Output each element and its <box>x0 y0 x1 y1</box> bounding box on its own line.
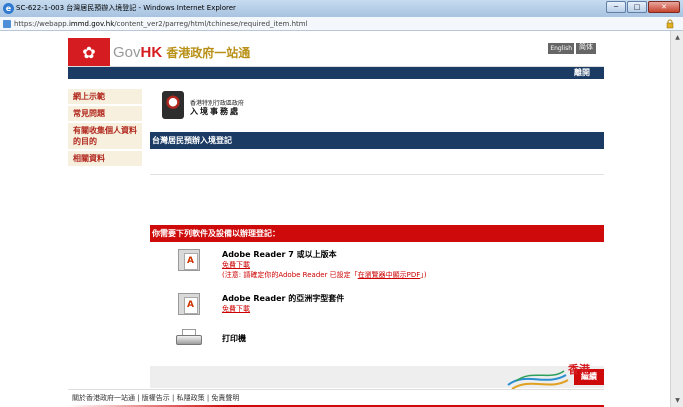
footer: 關於香港政府一站通 | 版權告示 | 私隱政策 | 免責聲明 <box>68 389 604 407</box>
url-text[interactable]: https://webapp.immd.gov.hk/content_ver2/… <box>14 17 308 31</box>
sidebar-item-personal-data[interactable]: 有關收集個人資料的目的 <box>68 123 142 149</box>
immigration-emblem-icon <box>162 91 184 119</box>
adobe-logo-glyph: A <box>187 256 194 266</box>
brand-hk-text: 香港 <box>567 362 591 376</box>
scroll-up-icon[interactable]: ▲ <box>673 33 682 42</box>
vertical-scrollbar[interactable]: ▲ ▼ <box>670 31 683 407</box>
note-suffix: 」) <box>420 271 427 279</box>
download-link[interactable]: 免費下載 <box>222 260 250 270</box>
department-logo: 香港特別行政區政府 入境事務處 <box>162 91 302 121</box>
url-prefix: https://webapp. <box>14 20 69 28</box>
sidebar-item-faq[interactable]: 常見問題 <box>68 106 142 121</box>
govhk-brand: GovHK <box>113 44 162 61</box>
page-title: 台灣居民預辦入境登記 <box>150 132 604 149</box>
brand-hk: HK <box>140 43 163 61</box>
minimize-button[interactable]: ─ <box>606 1 626 13</box>
hk-flag-icon: ✿ <box>68 38 110 66</box>
page-viewport: ✿ GovHK 香港政府一站通 English 简体 離開 網上示範 常見問題 … <box>0 31 670 407</box>
window-titlebar: e SC-622-1-003 台灣居民預辦入境登記 - Windows Inte… <box>0 0 683 17</box>
page-icon <box>3 20 11 28</box>
govhk-header: ✿ GovHK 香港政府一站通 English 简体 <box>68 37 604 67</box>
requirement-note: (注意: 請確定你的Adobe Reader 已設定「在瀏覽器中顯示PDF」) <box>222 270 427 280</box>
lang-simplified-button[interactable]: 简体 <box>576 43 596 54</box>
maximize-button[interactable]: □ <box>627 1 647 13</box>
language-switcher: English 简体 <box>548 43 596 54</box>
note-prefix: (注意: 請確定你的Adobe Reader 已設定「 <box>222 271 358 279</box>
footer-links[interactable]: 關於香港政府一站通 | 版權告示 | 私隱政策 | 免責聲明 <box>72 393 239 403</box>
url-domain: immd.gov.hk <box>68 20 115 28</box>
close-button[interactable]: ✕ <box>648 1 680 13</box>
exit-link[interactable]: 離開 <box>574 67 590 79</box>
brand-chinese: 香港政府一站通 <box>166 45 251 60</box>
scroll-down-icon[interactable]: ▼ <box>673 396 682 405</box>
adobe-logo-glyph: A <box>187 300 194 310</box>
internet-explorer-icon: e <box>3 3 14 14</box>
sidebar-item-related-info[interactable]: 相關資料 <box>68 151 142 166</box>
top-navbar: 離開 <box>68 67 604 79</box>
printer-icon <box>176 329 202 347</box>
requirement-label: Adobe Reader 的亞洲字型套件 <box>222 294 345 303</box>
brand-hong-kong-logo: 香港 <box>507 362 591 390</box>
sidebar-item-online-demo[interactable]: 網上示範 <box>68 89 142 104</box>
dept-name-big: 入境事務處 <box>190 107 240 116</box>
adobe-reader-icon: A <box>178 293 200 315</box>
adobe-reader-icon: A <box>178 249 200 271</box>
url-suffix: /content_ver2/parreg/html/tchinese/requi… <box>114 20 308 28</box>
pdf-in-browser-link[interactable]: 在瀏覽器中顯示PDF <box>358 271 421 279</box>
page-container: ✿ GovHK 香港政府一站通 English 简体 離開 網上示範 常見問題 … <box>68 31 604 407</box>
download-link[interactable]: 免費下載 <box>222 304 250 314</box>
brand-gov: Gov <box>113 43 141 61</box>
requirements-heading: 你需要下列軟件及設備以辦理登記： <box>150 225 604 242</box>
window-title: SC-622-1-003 台灣居民預辦入境登記 - Windows Intern… <box>16 4 236 12</box>
printer-body <box>176 335 202 345</box>
govhk-logo[interactable]: ✿ GovHK 香港政府一站通 <box>68 37 250 67</box>
requirement-label: 打印機 <box>222 334 246 343</box>
sidebar: 網上示範 常見問題 有關收集個人資料的目的 相關資料 <box>68 89 142 168</box>
address-bar[interactable]: https://webapp.immd.gov.hk/content_ver2/… <box>0 17 683 31</box>
lock-icon[interactable] <box>666 19 674 29</box>
lang-english-button[interactable]: English <box>548 43 574 54</box>
requirement-label: Adobe Reader 7 或以上版本 <box>222 250 337 259</box>
divider <box>150 174 604 175</box>
